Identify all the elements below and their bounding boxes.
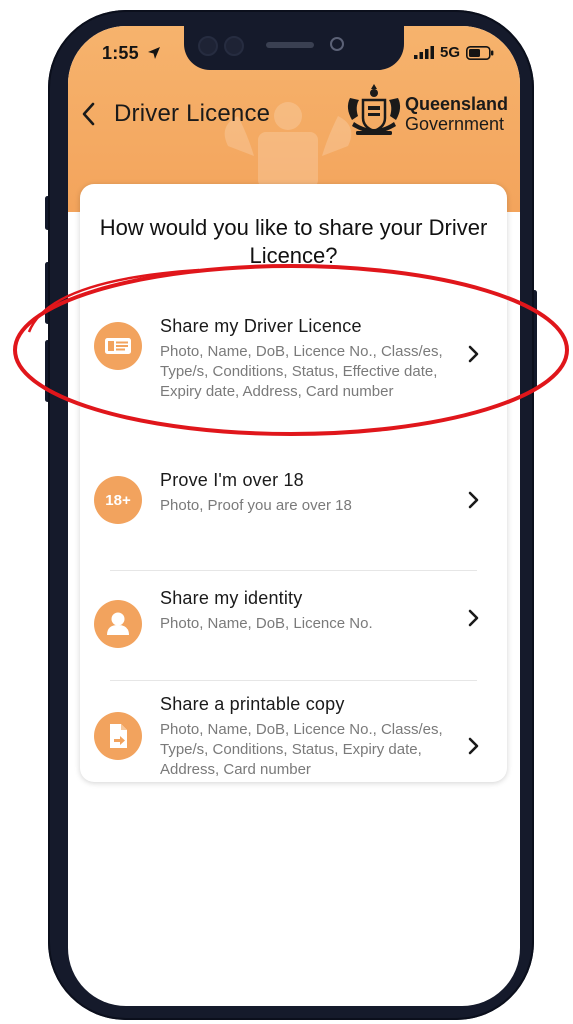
18-plus-icon: 18+ [105, 492, 131, 509]
chevron-right-icon [468, 609, 479, 627]
earpiece-speaker [266, 42, 314, 48]
option-prove-over-18[interactable]: 18+ Prove I'm over 18 Photo, Proof you a… [80, 456, 507, 552]
sensor-dot [198, 36, 218, 56]
network-type: 5G [439, 44, 460, 61]
page-title: Driver Licence [114, 100, 271, 127]
location-arrow-icon [148, 47, 161, 59]
chevron-right-icon [468, 737, 479, 755]
back-chevron-icon[interactable] [78, 100, 100, 128]
chevron-right-icon [468, 345, 479, 363]
chevron-right-icon [468, 491, 479, 509]
option-title: Share my identity [160, 588, 303, 608]
document-share-icon [110, 724, 127, 748]
option-title: Share a printable copy [160, 694, 345, 714]
status-time-text: 1:55 [102, 43, 139, 63]
option-icon-circle [94, 322, 142, 370]
share-options-card: How would you like to share your Driver … [80, 184, 507, 782]
brand-line-1: Queensland [405, 94, 509, 114]
share-question-heading: How would you like to share your Driver … [99, 215, 488, 266]
option-icon-circle [94, 600, 142, 648]
queensland-government-wordmark: Queensland Government [405, 94, 508, 134]
option-share-printable-copy[interactable]: Share a printable copy Photo, Name, DoB,… [80, 688, 507, 778]
option-icon-circle [94, 712, 142, 760]
battery-icon [466, 45, 494, 60]
option-title: Prove I'm over 18 [160, 470, 304, 490]
person-icon [107, 612, 129, 635]
front-camera-icon [330, 37, 344, 51]
option-description: Photo, Name, DoB, Licence No., Class/es,… [160, 721, 443, 778]
sensor-dot [224, 36, 244, 56]
camera-notch [184, 26, 404, 70]
status-indicators: 5G [413, 44, 494, 61]
18-plus-label: 18+ [105, 492, 131, 509]
option-icon-circle: 18+ [94, 476, 142, 524]
divider [110, 680, 477, 681]
option-title: Share my Driver Licence [160, 316, 362, 336]
option-share-identity[interactable]: Share my identity Photo, Name, DoB, Lice… [80, 580, 507, 670]
divider [110, 570, 477, 571]
option-description: Photo, Proof you are over 18 [160, 497, 352, 514]
status-time: 1:55 [102, 43, 161, 64]
option-share-driver-licence[interactable]: Share my Driver Licence Photo, Name, DoB… [80, 302, 507, 422]
id-card-icon [105, 338, 131, 354]
stage: 1:55 5G Driver Licence Queensland Govern… [0, 0, 573, 1024]
signal-bars-icon [413, 46, 434, 59]
option-description: Photo, Name, DoB, Licence No. [160, 615, 373, 632]
option-description: Photo, Name, DoB, Licence No., Class/es,… [160, 343, 443, 400]
queensland-coat-of-arms-icon [347, 84, 401, 135]
phone-screen: 1:55 5G Driver Licence Queensland Govern… [68, 26, 520, 1006]
brand-line-2: Government [405, 114, 505, 134]
